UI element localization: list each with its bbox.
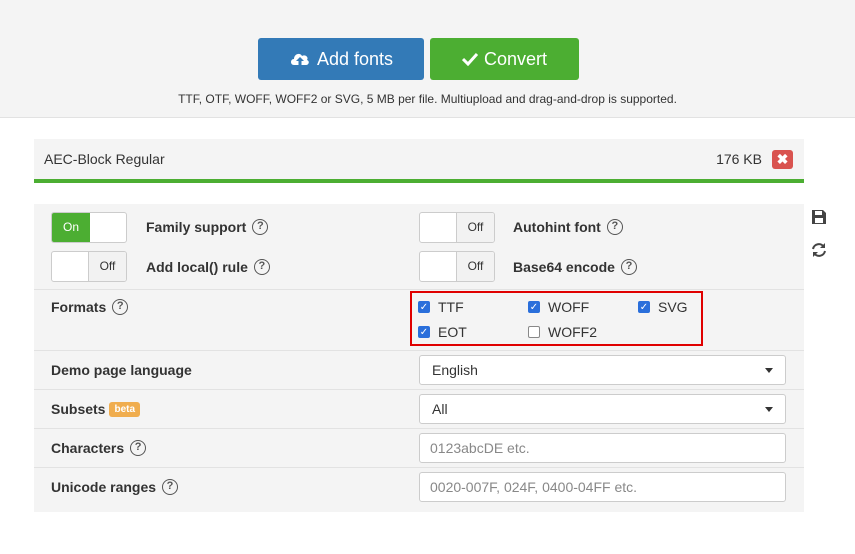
- autohint-font-text: Autohint font: [513, 219, 601, 235]
- format-ttf-label: TTF: [438, 299, 464, 315]
- unicode-ranges-row: Unicode ranges?: [34, 468, 804, 512]
- upload-progress-bar: [34, 179, 804, 183]
- help-icon[interactable]: ?: [620, 259, 637, 276]
- format-ttf-checkbox[interactable]: ✓ TTF: [418, 299, 464, 315]
- add-local-rule-label: Add local() rule?: [146, 259, 270, 276]
- help-icon[interactable]: ?: [162, 479, 179, 496]
- convert-label: Convert: [483, 48, 548, 69]
- subsets-text: Subsets: [51, 401, 106, 417]
- family-support-text: Family support: [146, 219, 247, 235]
- convert-button[interactable]: Convert: [430, 38, 579, 80]
- refresh-icon[interactable]: [810, 241, 828, 259]
- subsets-select[interactable]: All: [419, 394, 786, 424]
- format-woff-label: WOFF: [548, 299, 590, 315]
- toggle-off-label: Off: [88, 252, 126, 281]
- formats-text: Formats: [51, 299, 107, 315]
- help-icon[interactable]: ?: [253, 259, 270, 276]
- demo-language-value: English: [432, 362, 478, 378]
- options-panel: On Family support? Off Add local() rule?…: [34, 204, 804, 512]
- add-fonts-button[interactable]: Add fonts: [258, 38, 424, 80]
- help-icon[interactable]: ?: [606, 219, 623, 236]
- add-local-rule-toggle[interactable]: Off: [51, 251, 127, 282]
- family-support-toggle[interactable]: On: [51, 212, 127, 243]
- help-icon[interactable]: ?: [130, 440, 147, 457]
- formats-highlight-box: ✓ TTF ✓ WOFF ✓ SVG ✓ EOT WOFF2: [410, 291, 703, 346]
- file-row: AEC-Block Regular 176 KB ✖: [34, 139, 804, 180]
- unicode-ranges-input[interactable]: [419, 472, 786, 502]
- help-icon[interactable]: ?: [112, 299, 129, 316]
- toggle-on-label: On: [52, 213, 90, 242]
- format-woff2-label: WOFF2: [548, 324, 597, 340]
- subsets-row: Subsets beta All: [34, 390, 804, 429]
- cloud-upload-icon: [290, 53, 309, 65]
- file-name: AEC-Block Regular: [44, 151, 165, 167]
- toggle-off-label: Off: [456, 213, 494, 242]
- autohint-font-label: Autohint font?: [513, 219, 623, 236]
- base64-encode-label: Base64 encode?: [513, 259, 637, 276]
- format-woff2-checkbox[interactable]: WOFF2: [528, 324, 597, 340]
- save-icon[interactable]: [810, 208, 828, 226]
- file-size: 176 KB: [716, 151, 762, 167]
- checkbox-checked-icon: ✓: [418, 301, 430, 313]
- unicode-ranges-label: Unicode ranges?: [51, 479, 179, 496]
- help-icon[interactable]: ?: [252, 219, 269, 236]
- family-support-label: Family support?: [146, 219, 269, 236]
- toggles-section: On Family support? Off Add local() rule?…: [34, 204, 804, 290]
- base64-encode-toggle[interactable]: Off: [419, 251, 495, 282]
- caret-down-icon: [765, 407, 773, 412]
- format-svg-label: SVG: [658, 299, 688, 315]
- subsets-label: Subsets beta: [51, 401, 141, 418]
- format-eot-label: EOT: [438, 324, 467, 340]
- subsets-value: All: [432, 401, 448, 417]
- checkbox-checked-icon: ✓: [418, 326, 430, 338]
- characters-text: Characters: [51, 440, 125, 456]
- checkbox-unchecked-icon: [528, 326, 540, 338]
- add-local-rule-text: Add local() rule: [146, 259, 248, 275]
- check-icon: [461, 52, 478, 66]
- unicode-ranges-text: Unicode ranges: [51, 479, 157, 495]
- characters-label: Characters?: [51, 440, 147, 457]
- formats-label: Formats?: [51, 299, 129, 316]
- toggle-off-label: Off: [456, 252, 494, 281]
- demo-language-select[interactable]: English: [419, 355, 786, 385]
- autohint-font-toggle[interactable]: Off: [419, 212, 495, 243]
- format-svg-checkbox[interactable]: ✓ SVG: [638, 299, 688, 315]
- upload-hint: TTF, OTF, WOFF, WOFF2 or SVG, 5 MB per f…: [178, 92, 677, 106]
- checkbox-checked-icon: ✓: [638, 301, 650, 313]
- checkbox-checked-icon: ✓: [528, 301, 540, 313]
- demo-language-label: Demo page language: [51, 362, 192, 378]
- demo-language-row: Demo page language English: [34, 351, 804, 390]
- base64-encode-text: Base64 encode: [513, 259, 615, 275]
- format-woff-checkbox[interactable]: ✓ WOFF: [528, 299, 589, 315]
- format-eot-checkbox[interactable]: ✓ EOT: [418, 324, 467, 340]
- characters-input[interactable]: [419, 433, 786, 463]
- add-fonts-label: Add fonts: [316, 48, 394, 69]
- beta-badge: beta: [109, 401, 141, 417]
- caret-down-icon: [765, 368, 773, 373]
- remove-file-icon[interactable]: ✖: [772, 150, 793, 169]
- characters-row: Characters?: [34, 429, 804, 468]
